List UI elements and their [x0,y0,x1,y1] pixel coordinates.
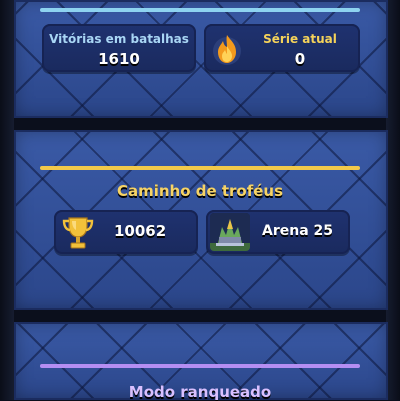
battle-wins-label: Vitórias em batalhas [49,32,189,46]
screen-edge-left [0,0,14,400]
trophy-count-value: 10062 [114,222,167,240]
battle-wins-value: 1610 [98,50,140,68]
current-streak-value: 0 [294,50,306,68]
current-streak-label: Série atual [263,32,337,46]
arena-name: Arena 25 [262,223,334,239]
trophy-count-card[interactable]: 10062 [54,210,198,254]
ranked-mode-title: Modo ranqueado [128,383,272,401]
panel-divider-cyan [40,8,360,12]
flame-icon [213,35,241,65]
panel-divider-gold [40,166,360,170]
current-streak-card: Série atual 0 [204,24,360,72]
screen-edge-right [386,0,400,400]
trophy-road-title: Caminho de troféus [116,182,284,200]
battle-wins-card: Vitórias em batalhas 1610 [42,24,196,72]
trophy-icon [62,217,94,249]
panel-divider-purple [40,364,360,368]
arena-icon [210,213,250,251]
arena-card[interactable]: Arena 25 [206,210,350,254]
